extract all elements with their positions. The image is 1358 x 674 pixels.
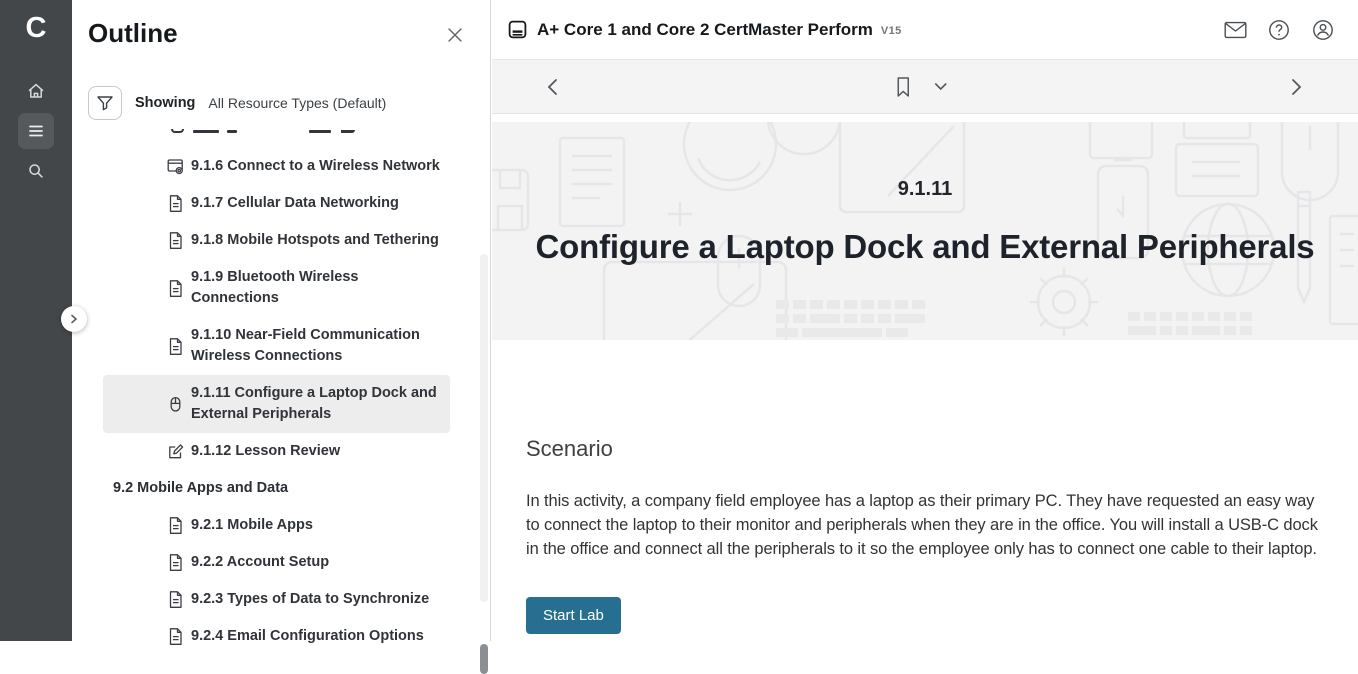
scenario-section: Scenario In this activity, a company fie… bbox=[492, 340, 1358, 634]
bookmark-icon bbox=[894, 76, 912, 98]
outline-item[interactable]: 9.1.8 Mobile Hotspots and Tethering bbox=[103, 222, 450, 259]
start-lab-button[interactable]: Start Lab bbox=[526, 597, 621, 634]
edit-icon bbox=[167, 442, 184, 461]
home-icon bbox=[26, 81, 46, 101]
scenario-heading: Scenario bbox=[526, 436, 1318, 462]
document-icon bbox=[167, 553, 184, 572]
outline-item[interactable]: 9.2.3 Types of Data to Synchronize bbox=[103, 581, 450, 618]
chevron-right-icon bbox=[1291, 78, 1302, 96]
document-icon bbox=[167, 516, 184, 535]
account-icon bbox=[1312, 19, 1334, 41]
scenario-body: In this activity, a company field employ… bbox=[526, 489, 1318, 561]
document-icon bbox=[167, 231, 184, 250]
lab-window-gear-icon bbox=[167, 157, 184, 176]
menu-icon bbox=[27, 122, 45, 140]
bookmark-menu-button[interactable] bbox=[934, 82, 947, 91]
previous-lesson-button[interactable] bbox=[538, 73, 566, 101]
outline-menu-button[interactable] bbox=[18, 113, 54, 149]
messages-button[interactable] bbox=[1222, 17, 1248, 43]
outline-scrollbar-thumb[interactable] bbox=[480, 644, 488, 674]
course-book-icon bbox=[508, 20, 527, 39]
chevron-right-icon bbox=[69, 314, 79, 324]
filter-funnel-icon bbox=[96, 94, 114, 112]
account-button[interactable] bbox=[1310, 17, 1336, 43]
outline-close-button[interactable] bbox=[446, 24, 468, 46]
outline-item[interactable]: 9.2.2 Account Setup bbox=[103, 544, 450, 581]
search-button[interactable] bbox=[18, 153, 54, 189]
brand-logo[interactable]: C bbox=[0, 0, 72, 56]
mouse-icon bbox=[167, 395, 184, 414]
document-icon bbox=[167, 590, 184, 609]
chevron-left-icon bbox=[547, 78, 558, 96]
document-icon bbox=[167, 627, 184, 646]
close-icon bbox=[446, 26, 468, 44]
outline-item[interactable]: 9.1.12 Lesson Review bbox=[103, 433, 450, 470]
outline-panel: Outline Showing All Resource Types (Defa… bbox=[72, 0, 491, 641]
lesson-hero-banner: 9.1.11 Configure a Laptop Dock and Exter… bbox=[492, 122, 1358, 340]
lesson-main: A+ Core 1 and Core 2 CertMaster Perform … bbox=[492, 0, 1358, 641]
next-lesson-button[interactable] bbox=[1282, 73, 1310, 101]
outline-item[interactable]: 9.1.6 Connect to a Wireless Network bbox=[103, 148, 450, 185]
outline-item[interactable]: 9.2.4 Email Configuration Options bbox=[103, 618, 450, 655]
outline-item[interactable]: 9.2.1 Mobile Apps bbox=[103, 507, 450, 544]
bookmark-button[interactable] bbox=[894, 76, 912, 98]
outline-item-clipped[interactable] bbox=[103, 126, 450, 136]
outline-section-header[interactable]: 9.2 Mobile Apps and Data bbox=[103, 470, 450, 507]
outline-scrollbar-track[interactable] bbox=[480, 254, 488, 602]
course-header: A+ Core 1 and Core 2 CertMaster Perform … bbox=[492, 0, 1358, 60]
filter-button[interactable] bbox=[88, 86, 122, 120]
filter-value: All Resource Types (Default) bbox=[208, 95, 386, 111]
outline-item[interactable]: 9.1.7 Cellular Data Networking bbox=[103, 185, 450, 222]
outline-item-selected[interactable]: 9.1.11 Configure a Laptop Dock and Exter… bbox=[103, 375, 450, 433]
home-button[interactable] bbox=[18, 73, 54, 109]
panel-expand-button[interactable] bbox=[61, 306, 87, 332]
help-button[interactable] bbox=[1266, 17, 1292, 43]
outline-title: Outline bbox=[88, 16, 178, 50]
document-icon bbox=[167, 337, 184, 356]
filter-showing-label: Showing bbox=[135, 95, 195, 111]
outline-item[interactable]: 9.1.10 Near-Field Communication Wireless… bbox=[103, 317, 450, 375]
lesson-pager-toolbar bbox=[492, 60, 1358, 114]
chevron-down-icon bbox=[934, 82, 947, 91]
help-icon bbox=[1268, 19, 1290, 41]
outline-list: 9.1.6 Connect to a Wireless Network 9.1.… bbox=[72, 126, 490, 596]
course-title: A+ Core 1 and Core 2 CertMaster Perform bbox=[537, 20, 873, 40]
document-icon bbox=[167, 194, 184, 213]
lesson-title: Configure a Laptop Dock and External Per… bbox=[492, 228, 1358, 266]
search-icon bbox=[26, 161, 46, 181]
mail-icon bbox=[1224, 21, 1247, 39]
lesson-number: 9.1.11 bbox=[492, 178, 1358, 201]
document-icon bbox=[167, 279, 184, 298]
course-version-badge: V15 bbox=[881, 22, 902, 37]
outline-item[interactable]: 9.1.9 Bluetooth Wireless Connections bbox=[103, 259, 450, 317]
